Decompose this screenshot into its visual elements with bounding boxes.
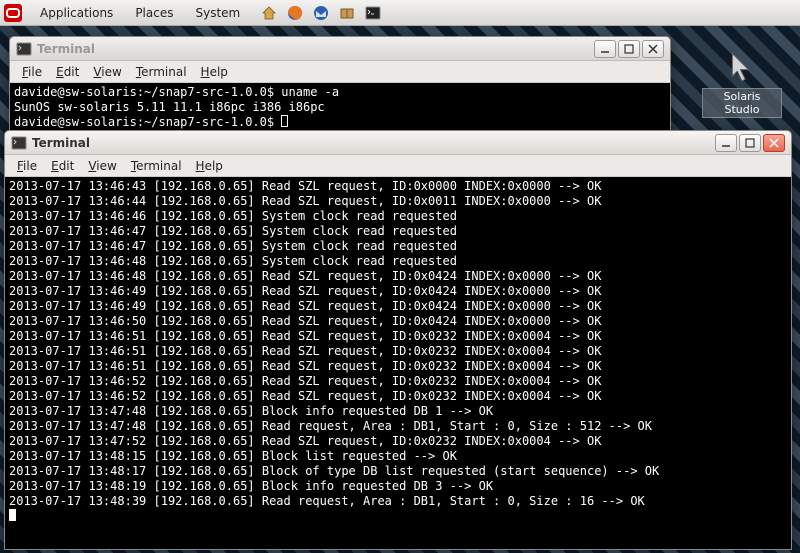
maximize-button[interactable] (618, 40, 640, 58)
maximize-button[interactable] (739, 134, 761, 152)
menu-terminal[interactable]: Terminal (130, 63, 193, 81)
system-taskbar: Applications Places System (0, 0, 800, 26)
menu-help[interactable]: Help (195, 63, 234, 81)
launcher-icons (258, 3, 384, 23)
menu-system[interactable]: System (185, 3, 250, 23)
menu-file[interactable]: File (16, 63, 48, 81)
menu-view[interactable]: View (87, 63, 127, 81)
cursor-arrow-icon (718, 50, 766, 86)
desktop-icon-label: Solaris Studio (702, 88, 782, 118)
minimize-button[interactable] (594, 40, 616, 58)
menu-file[interactable]: File (11, 157, 43, 175)
home-icon[interactable] (258, 3, 280, 23)
window-title: Terminal (37, 42, 95, 56)
window-title: Terminal (32, 136, 90, 150)
titlebar[interactable]: Terminal (10, 37, 670, 61)
package-manager-icon[interactable] (336, 3, 358, 23)
menu-help[interactable]: Help (190, 157, 229, 175)
terminal-window-2: Terminal File Edit View Terminal Help 20… (4, 130, 792, 550)
terminal-menubar: File Edit View Terminal Help (5, 155, 791, 177)
terminal-output[interactable]: 2013-07-17 13:46:43 [192.168.0.65] Read … (5, 177, 791, 549)
titlebar[interactable]: Terminal (5, 131, 791, 155)
menu-view[interactable]: View (82, 157, 122, 175)
terminal-menubar: File Edit View Terminal Help (10, 61, 670, 83)
minimize-button[interactable] (715, 134, 737, 152)
menu-edit[interactable]: Edit (50, 63, 85, 81)
terminal-icon (16, 41, 32, 57)
firefox-icon[interactable] (284, 3, 306, 23)
menu-edit[interactable]: Edit (45, 157, 80, 175)
close-button[interactable] (642, 40, 664, 58)
menu-terminal[interactable]: Terminal (125, 157, 188, 175)
menu-places[interactable]: Places (125, 3, 183, 23)
menu-applications[interactable]: Applications (30, 3, 123, 23)
terminal-icon (11, 135, 27, 151)
thunderbird-icon[interactable] (310, 3, 332, 23)
oracle-logo-icon[interactable] (4, 4, 22, 22)
desktop-icon-solaris-studio[interactable]: Solaris Studio (702, 50, 782, 118)
terminal-launcher-icon[interactable] (362, 3, 384, 23)
close-button[interactable] (763, 134, 785, 152)
